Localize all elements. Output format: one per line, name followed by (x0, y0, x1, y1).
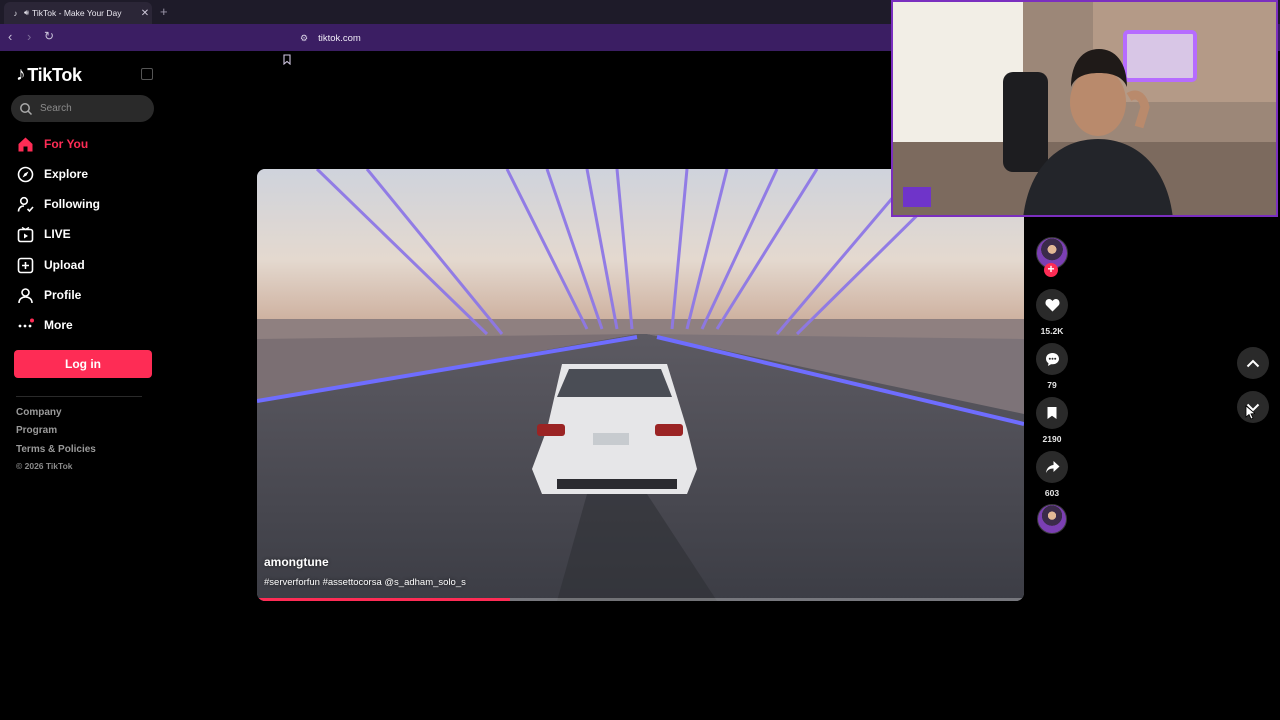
new-tab-icon[interactable]: + (160, 4, 168, 19)
close-tab-icon[interactable]: ✕ (138, 8, 152, 19)
webcam-video-image (893, 2, 1276, 215)
previous-video-button[interactable] (1237, 347, 1269, 379)
heart-icon (1044, 299, 1060, 312)
copyright-text: © 2026 TikTok (16, 461, 73, 471)
live-icon (16, 225, 34, 243)
login-button[interactable]: Log in (14, 350, 152, 378)
chevron-up-icon (1246, 359, 1260, 367)
video-progress-fill (257, 598, 511, 601)
forward-icon[interactable]: › (27, 29, 31, 44)
video-frame-image (257, 169, 1024, 601)
share-arrow-icon (1045, 461, 1059, 473)
share-count: 603 (1044, 488, 1060, 498)
search-input[interactable] (38, 102, 142, 115)
save-button[interactable] (1036, 397, 1068, 429)
sidebar-item-explore[interactable]: Explore (16, 163, 88, 185)
footer-link-terms[interactable]: Terms & Policies (16, 444, 96, 455)
video-username[interactable]: amongtune (264, 555, 329, 569)
webcam-overlay (891, 0, 1278, 217)
sidebar-item-label: Explore (44, 167, 89, 181)
more-icon (16, 316, 34, 334)
divider (16, 396, 142, 397)
footer-link-program[interactable]: Program (16, 425, 57, 436)
sidebar-item-label: LIVE (44, 227, 71, 241)
speaker-icon: 🔊︎ (24, 8, 30, 17)
like-count: 15.2K (1040, 326, 1064, 336)
sidebar-item-label: Following (44, 197, 100, 211)
upload-icon (16, 256, 34, 274)
logo-text: TikTok (27, 64, 82, 85)
sidebar-item-more[interactable]: More (16, 314, 73, 336)
share-button[interactable] (1036, 451, 1068, 483)
sidebar-item-profile[interactable]: Profile (16, 284, 81, 306)
search-box[interactable] (11, 95, 154, 122)
sidebar-item-following[interactable]: Following (16, 193, 100, 215)
video-progress-bar[interactable] (257, 598, 1024, 601)
profile-icon (16, 286, 34, 304)
sidebar-item-for-you[interactable]: For You (16, 133, 88, 155)
follow-plus-icon[interactable]: + (1044, 263, 1058, 277)
video-caption[interactable]: #serverforfun #assettocorsa @s_adham_sol… (264, 577, 466, 588)
tiktok-logo[interactable]: ♪ TikTok (16, 64, 82, 86)
bookmark-icon (1047, 407, 1057, 419)
comment-count: 79 (1047, 380, 1057, 390)
mouse-cursor-icon (1245, 405, 1255, 420)
reload-icon[interactable]: ↻ (44, 29, 54, 43)
address-bar[interactable]: ⚙︎ tiktok.com (300, 29, 361, 47)
tiktok-note-icon: ♪ (16, 64, 26, 85)
following-icon (16, 195, 34, 213)
bookmark-star-icon[interactable] (283, 54, 291, 65)
sidebar-item-label: Profile (44, 288, 82, 302)
sidebar-item-label: Upload (44, 258, 85, 272)
sidebar-item-label: More (44, 318, 73, 332)
compass-icon (16, 165, 34, 183)
collapse-sidebar-icon[interactable] (141, 68, 153, 80)
browser-tab[interactable]: ♪ 🔊︎ TikTok - Make Your Day ✕ (4, 2, 152, 24)
tiktok-favicon-icon: ♪ (13, 8, 18, 18)
sidebar-item-upload[interactable]: Upload (16, 254, 85, 276)
back-icon[interactable]: ‹ (8, 29, 12, 44)
video-player[interactable]: amongtune #serverforfun #assettocorsa @s… (257, 169, 1024, 601)
comment-icon (1045, 352, 1059, 366)
browser-tab-title: TikTok - Make Your Day (32, 8, 122, 18)
save-count: 2190 (1042, 434, 1062, 444)
like-button[interactable] (1036, 289, 1068, 321)
sidebar-item-label: For You (44, 137, 89, 151)
url-text: tiktok.com (318, 32, 361, 44)
search-icon (20, 102, 33, 115)
comment-button[interactable] (1036, 343, 1068, 375)
sidebar-item-live[interactable]: LIVE (16, 223, 71, 245)
home-icon (16, 135, 34, 153)
site-info-icon[interactable]: ⚙︎ (300, 33, 308, 44)
music-disc-avatar[interactable] (1037, 504, 1067, 534)
footer-link-company[interactable]: Company (16, 407, 62, 418)
